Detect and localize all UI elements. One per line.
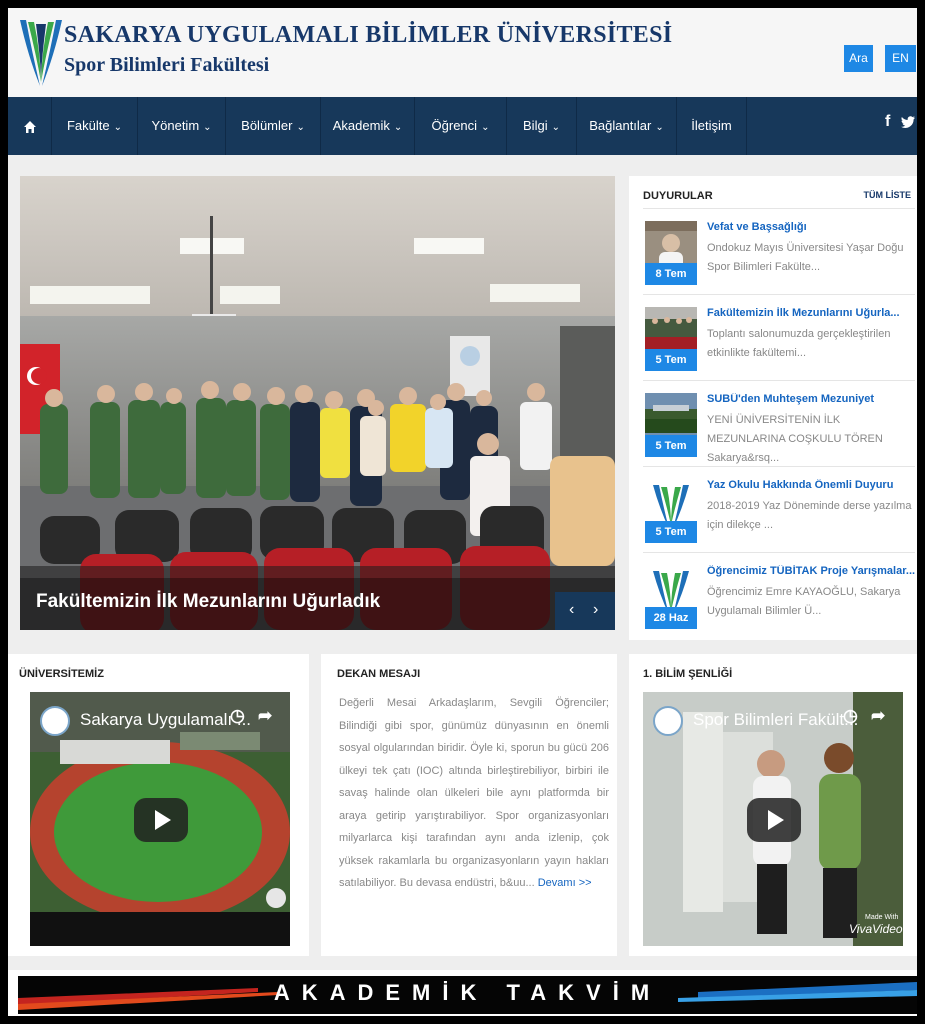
announcements-panel: DUYURULAR TÜM LİSTE 8 Tem Vefat ve Başsa…: [629, 176, 917, 640]
search-button[interactable]: Ara: [844, 45, 873, 72]
nav-item-ogrenci[interactable]: Öğrenci ⌄: [415, 97, 507, 155]
nav-item-label: Akademik: [332, 118, 390, 133]
chevron-right-icon[interactable]: ›: [593, 601, 598, 619]
read-more-link[interactable]: Devamı >>: [538, 877, 592, 889]
language-button[interactable]: EN: [885, 45, 916, 72]
announcement-title[interactable]: Vefat ve Başsağlığı: [707, 221, 915, 233]
nav-item-label: Yönetim: [151, 118, 200, 133]
hero-slider[interactable]: Fakültemizin İlk Mezunlarını Uğurladık ‹…: [20, 176, 615, 630]
nav-item-baglantilar[interactable]: Bağlantılar ⌄: [577, 97, 677, 155]
slide-caption[interactable]: Fakültemizin İlk Mezunlarını Uğurladık: [20, 578, 615, 630]
announcement-item[interactable]: 5 Tem Fakültemizin İlk Mezunlarını Uğurl…: [643, 294, 915, 380]
card-title: 1. BİLİM ŞENLİĞİ: [643, 668, 733, 680]
nav-item-label: İletişim: [691, 118, 732, 133]
nav-item-bolumler[interactable]: Bölümler ⌄: [226, 97, 321, 155]
dean-card: DEKAN MESAJI Değerli Mesai Arkadaşlarım,…: [321, 654, 617, 956]
announcement-summary: Öğrencimiz Emre KAYAOĞLU, Sakarya Uygula…: [707, 586, 901, 617]
chevron-down-icon: ⌄: [393, 122, 403, 133]
dean-message-text: Değerli Mesai Arkadaşlarım, Sevgili Öğre…: [339, 697, 609, 889]
announcement-title[interactable]: Öğrencimiz TÜBİTAK Proje Yarışmalar...: [707, 565, 915, 577]
nav-item-iletisim[interactable]: İletişim: [677, 97, 747, 155]
announcements-title: DUYURULAR: [643, 190, 713, 202]
announcement-summary: Toplantı salonumuzda gerçekleştirilen et…: [707, 328, 891, 359]
chevron-down-icon: ⌄: [113, 122, 123, 133]
announcement-title[interactable]: SUBÜ'den Muhteşem Mezuniyet: [707, 393, 915, 405]
announcement-summary: Ondokuz Mayıs Üniversitesi Yaşar Doğu Sp…: [707, 242, 904, 273]
nav-item-label: Bilgi: [523, 118, 548, 133]
announcement-summary: YENİ ÜNİVERSİTENİN İLK MEZUNLARINA COŞKU…: [707, 414, 883, 464]
banner-image: AKADEMİK TAKVİM: [18, 976, 917, 1014]
page: SAKARYA UYGULAMALI BİLİMLER ÜNİVERSİTESİ…: [8, 8, 917, 1016]
play-button[interactable]: [134, 798, 188, 842]
nav-item-bilgi[interactable]: Bilgi ⌄: [507, 97, 577, 155]
channel-avatar[interactable]: [653, 706, 683, 736]
clock-icon[interactable]: ◷: [230, 706, 245, 726]
banner-text[interactable]: AKADEMİK TAKVİM: [18, 980, 917, 1006]
announcement-date: 28 Haz: [645, 607, 697, 629]
share-icon[interactable]: ➦: [871, 706, 885, 726]
channel-avatar[interactable]: [40, 706, 70, 736]
nav-item-label: Öğrenci: [431, 118, 478, 133]
dean-message: Değerli Mesai Arkadaşlarım, Sevgili Öğre…: [339, 692, 609, 895]
nav-item-label: Fakülte: [66, 118, 110, 133]
graduation-photo: [20, 176, 615, 630]
announcement-title[interactable]: Fakültemizin İlk Mezunlarını Uğurla...: [707, 307, 915, 319]
nav-item-label: Bölümler: [241, 118, 293, 133]
home-icon-glyph: [23, 120, 36, 133]
main-nav: Fakülte ⌄ Yönetim ⌄ Bölümler ⌄ Akademik ⌄ Öğ…: [8, 97, 917, 155]
university-video[interactable]: Sakarya Uygulamalı ... ◷ ➦: [30, 692, 290, 946]
chevron-left-icon[interactable]: ‹: [569, 601, 574, 619]
nav-item-fakulte[interactable]: Fakülte ⌄: [52, 97, 138, 155]
announcement-item[interactable]: 28 Haz Öğrencimiz TÜBİTAK Proje Yarışmal…: [643, 552, 915, 638]
chevron-down-icon: ⌄: [551, 122, 560, 133]
announcement-date: 5 Tem: [645, 521, 697, 543]
all-announcements-link[interactable]: TÜM LİSTE: [864, 190, 912, 200]
announcement-item[interactable]: 5 Tem SUBÜ'den Muhteşem Mezuniyet YENİ Ü…: [643, 380, 915, 466]
chevron-down-icon: ⌄: [481, 122, 490, 133]
announcement-date: 8 Tem: [645, 263, 697, 285]
facebook-icon[interactable]: f: [885, 113, 890, 131]
video-title[interactable]: Sakarya Uygulamalı ...: [80, 710, 251, 730]
nav-item-label: Bağlantılar: [589, 118, 652, 133]
slider-arrows: ‹ ›: [555, 592, 615, 630]
announcement-date: 5 Tem: [645, 349, 697, 371]
faculty-name[interactable]: Spor Bilimleri Fakültesi: [64, 54, 269, 77]
chevron-down-icon: ⌄: [203, 122, 212, 133]
watermark-brand: VivaVideo: [849, 922, 903, 936]
nav-item-yonetim[interactable]: Yönetim ⌄: [138, 97, 226, 155]
academic-calendar-banner[interactable]: AKADEMİK TAKVİM: [8, 970, 917, 1016]
clock-icon[interactable]: ◷: [843, 706, 858, 726]
announcement-title[interactable]: Yaz Okulu Hakkında Önemli Duyuru: [707, 479, 915, 491]
chevron-down-icon: ⌄: [296, 122, 305, 133]
card-title: DEKAN MESAJI: [337, 668, 421, 680]
home-icon[interactable]: [8, 97, 52, 155]
nav-item-akademik[interactable]: Akademik ⌄: [321, 97, 415, 155]
announcement-item[interactable]: 8 Tem Vefat ve Başsağlığı Ondokuz Mayıs …: [643, 208, 915, 294]
festival-video[interactable]: Spor Bilimleri Fakült... ◷ ➦ Made With V…: [643, 692, 903, 946]
site-header: SAKARYA UYGULAMALI BİLİMLER ÜNİVERSİTESİ…: [8, 8, 917, 97]
chevron-down-icon: ⌄: [655, 122, 664, 133]
watermark-label: Made With: [865, 914, 899, 921]
play-button[interactable]: [747, 798, 801, 842]
announcement-item[interactable]: 5 Tem Yaz Okulu Hakkında Önemli Duyuru 2…: [643, 466, 915, 552]
share-icon[interactable]: ➦: [258, 706, 272, 726]
video-title[interactable]: Spor Bilimleri Fakült...: [693, 710, 858, 730]
festival-card: 1. BİLİM ŞENLİĞİ Spor Bilimleri Fakült..…: [629, 654, 917, 956]
card-title: ÜNİVERSİTEMİZ: [19, 668, 104, 680]
slide-caption-text[interactable]: Fakültemizin İlk Mezunlarını Uğurladık: [36, 591, 380, 613]
announcement-date: 5 Tem: [645, 435, 697, 457]
university-card: ÜNİVERSİTEMİZ Sakarya Uygulamalı ... ◷ ➦: [8, 654, 309, 956]
university-name[interactable]: SAKARYA UYGULAMALI BİLİMLER ÜNİVERSİTESİ: [64, 22, 672, 49]
twitter-icon[interactable]: [901, 116, 915, 128]
announcement-summary: 2018-2019 Yaz Döneminde derse yazılma iç…: [707, 500, 912, 531]
university-logo[interactable]: [18, 16, 64, 90]
